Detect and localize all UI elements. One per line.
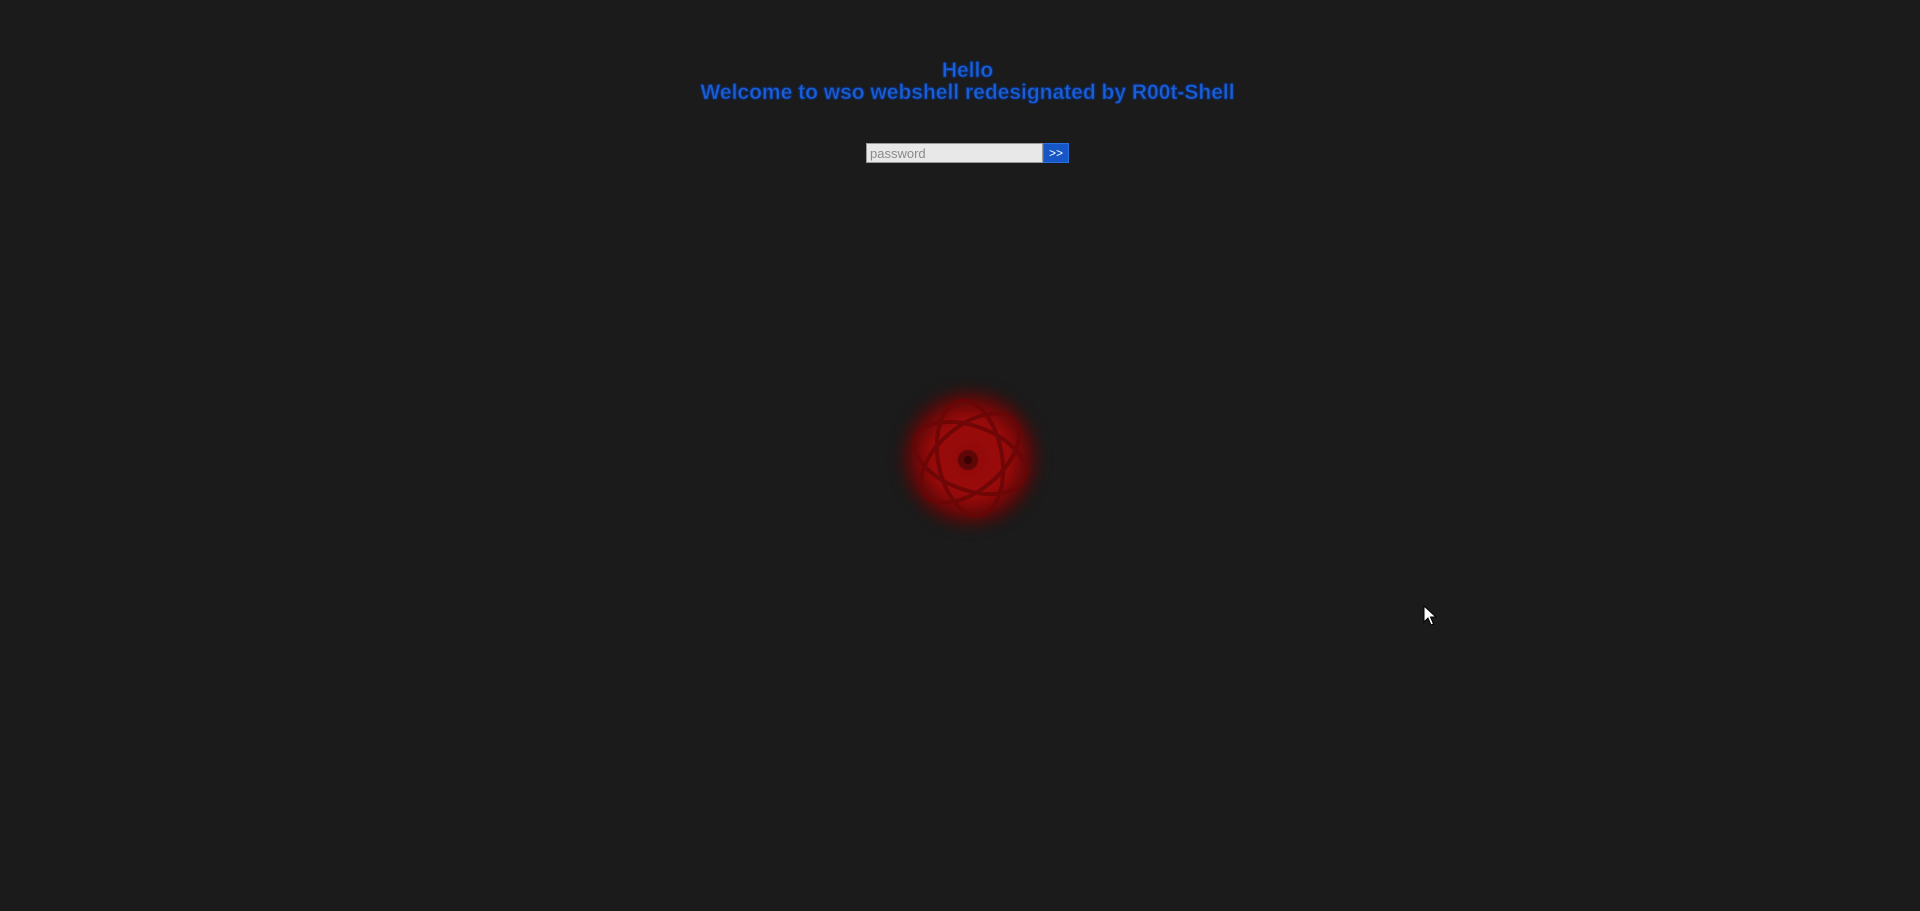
red-atom-orbit-icon <box>860 348 1080 568</box>
login-page: Hello Welcome to wso webshell redesignat… <box>0 0 1920 911</box>
greeting-hello: Hello <box>941 59 994 82</box>
welcome-heading: Hello Welcome to wso webshell redesignat… <box>0 59 1920 104</box>
password-input[interactable] <box>866 143 1043 163</box>
greeting-welcome: Welcome to wso webshell redesignated by … <box>700 81 1235 104</box>
login-form: >> <box>866 143 1069 163</box>
atom-orbits <box>912 398 1028 518</box>
mouse-pointer-icon <box>1423 605 1437 626</box>
submit-button[interactable]: >> <box>1043 143 1069 163</box>
